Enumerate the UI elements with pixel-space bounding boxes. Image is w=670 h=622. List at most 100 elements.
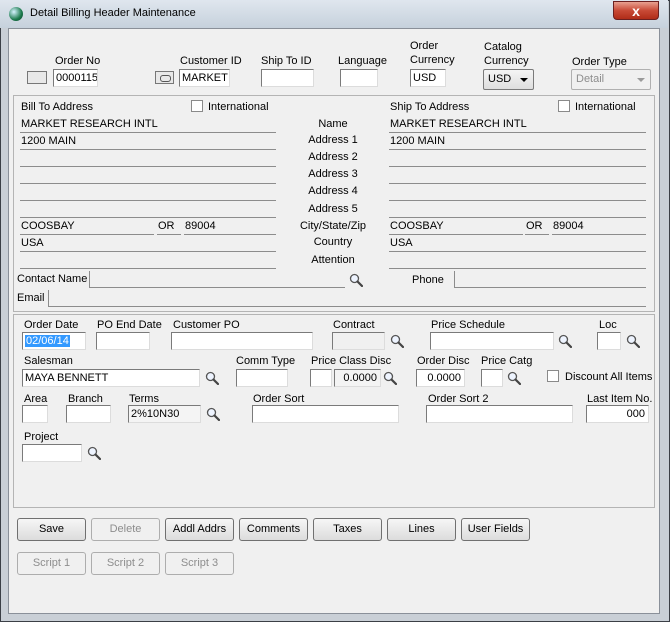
- row-label-city-state-zip: City/State/Zip: [299, 220, 367, 232]
- ship-address4-field[interactable]: [389, 184, 646, 201]
- price-catg-label: Price Catg: [481, 355, 533, 367]
- close-button[interactable]: x: [613, 1, 659, 20]
- price-schedule-field[interactable]: [430, 332, 554, 350]
- price-class-disc-code-field[interactable]: [310, 369, 332, 387]
- po-end-date-field[interactable]: [96, 332, 150, 350]
- customer-id-field[interactable]: MARKET: [179, 69, 230, 87]
- bill-international-checkbox[interactable]: [191, 100, 203, 112]
- ship-international-checkbox[interactable]: [558, 100, 570, 112]
- bill-address5-field[interactable]: [20, 201, 276, 218]
- row-label-address2: Address 2: [308, 151, 358, 163]
- bill-city-field[interactable]: COOSBAY: [20, 218, 154, 235]
- contract-label: Contract: [333, 319, 375, 331]
- discount-all-checkbox[interactable]: [547, 370, 559, 382]
- order-no-field[interactable]: 0000115: [53, 69, 98, 87]
- catalog-currency-select[interactable]: USD: [483, 69, 534, 90]
- addl-addrs-button[interactable]: Addl Addrs: [165, 518, 234, 541]
- salesman-search-icon[interactable]: [205, 371, 219, 385]
- save-button[interactable]: Save: [17, 518, 86, 541]
- taxes-button[interactable]: Taxes: [313, 518, 382, 541]
- bill-address2-field[interactable]: [20, 150, 276, 167]
- terms-field[interactable]: 2%10N30: [128, 405, 201, 423]
- app-globe-icon: [9, 7, 23, 21]
- order-no-label: Order No: [55, 55, 101, 67]
- branch-field[interactable]: [66, 405, 111, 423]
- customer-po-field[interactable]: [171, 332, 313, 350]
- catalog-currency-value: USD: [488, 73, 512, 85]
- price-catg-search-icon[interactable]: [507, 371, 521, 385]
- bill-zip-field[interactable]: 89004: [184, 218, 276, 235]
- ship-country-field[interactable]: USA: [389, 235, 646, 252]
- discount-all-label: Discount All Items: [565, 371, 653, 383]
- user-fields-button[interactable]: User Fields: [461, 518, 530, 541]
- contact-search-icon[interactable]: [349, 273, 363, 287]
- catalog-currency-label-2: Currency: [484, 55, 529, 67]
- row-label-address4: Address 4: [308, 185, 358, 197]
- bill-state-field[interactable]: OR: [157, 218, 181, 235]
- price-catg-field[interactable]: [481, 369, 503, 387]
- comments-button[interactable]: Comments: [239, 518, 308, 541]
- bill-attention-field[interactable]: [20, 252, 276, 269]
- order-lookup-button[interactable]: [27, 71, 47, 84]
- script1-button: Script 1: [17, 552, 86, 575]
- ship-name-field[interactable]: MARKET RESEARCH INTL: [389, 116, 646, 133]
- project-search-icon[interactable]: [87, 446, 101, 460]
- price-class-disc-label: Price Class Disc: [311, 355, 392, 367]
- order-sort2-field[interactable]: [426, 405, 573, 423]
- order-date-value: 02/06/14: [25, 335, 70, 347]
- language-field[interactable]: [340, 69, 378, 87]
- ship-address3-field[interactable]: [389, 167, 646, 184]
- ship-city-field[interactable]: COOSBAY: [389, 218, 523, 235]
- phone-field[interactable]: [454, 271, 646, 288]
- project-field[interactable]: [22, 444, 82, 462]
- area-label: Area: [24, 393, 48, 405]
- bill-address4-field[interactable]: [20, 184, 276, 201]
- loc-label: Loc: [599, 319, 617, 331]
- chevron-down-icon: [637, 78, 645, 82]
- ship-to-id-label: Ship To ID: [261, 55, 312, 67]
- ship-address2-field[interactable]: [389, 150, 646, 167]
- price-schedule-search-icon[interactable]: [558, 334, 572, 348]
- area-field[interactable]: [22, 405, 48, 423]
- ship-state-field[interactable]: OR: [525, 218, 549, 235]
- salesman-label: Salesman: [24, 355, 73, 367]
- comm-type-field[interactable]: [236, 369, 288, 387]
- contact-name-field[interactable]: [89, 271, 345, 288]
- terms-search-icon[interactable]: [206, 407, 220, 421]
- catalog-currency-label-1: Catalog: [484, 41, 522, 53]
- order-currency-field[interactable]: USD: [410, 69, 446, 87]
- email-field[interactable]: [48, 290, 646, 307]
- bill-address3-field[interactable]: [20, 167, 276, 184]
- ship-address5-field[interactable]: [389, 201, 646, 218]
- order-sort-field[interactable]: [252, 405, 399, 423]
- row-label-address1: Address 1: [308, 134, 358, 146]
- language-label: Language: [338, 55, 387, 67]
- row-label-attention: Attention: [311, 254, 355, 266]
- bill-name-field[interactable]: MARKET RESEARCH INTL: [20, 116, 276, 133]
- row-label-country: Country: [313, 236, 353, 248]
- lines-button[interactable]: Lines: [387, 518, 456, 541]
- loc-search-icon[interactable]: [626, 334, 640, 348]
- salesman-field[interactable]: MAYA BENNETT: [22, 369, 200, 387]
- ship-address1-field[interactable]: 1200 MAIN: [389, 133, 646, 150]
- loc-field[interactable]: [597, 332, 621, 350]
- last-item-field[interactable]: 000: [586, 405, 649, 423]
- project-label: Project: [24, 431, 59, 443]
- order-type-value: Detail: [576, 73, 605, 85]
- order-date-field[interactable]: 02/06/14: [22, 332, 86, 350]
- price-class-search-icon[interactable]: [383, 371, 397, 385]
- bill-country-field[interactable]: USA: [20, 235, 276, 252]
- bill-address1-field[interactable]: 1200 MAIN: [20, 133, 276, 150]
- ship-zip-field[interactable]: 89004: [552, 218, 646, 235]
- ship-to-id-field[interactable]: [261, 69, 314, 87]
- comm-type-label: Comm Type: [236, 355, 296, 367]
- contract-search-icon[interactable]: [390, 334, 404, 348]
- row-label-name: Name: [318, 118, 348, 130]
- row-label-address3: Address 3: [308, 168, 358, 180]
- ship-attention-field[interactable]: [389, 252, 646, 269]
- order-type-label: Order Type: [572, 56, 627, 68]
- customer-card-icon[interactable]: [155, 71, 174, 84]
- branch-label: Branch: [68, 393, 103, 405]
- chevron-down-icon: [520, 78, 528, 82]
- order-disc-field[interactable]: 0.0000: [416, 369, 465, 387]
